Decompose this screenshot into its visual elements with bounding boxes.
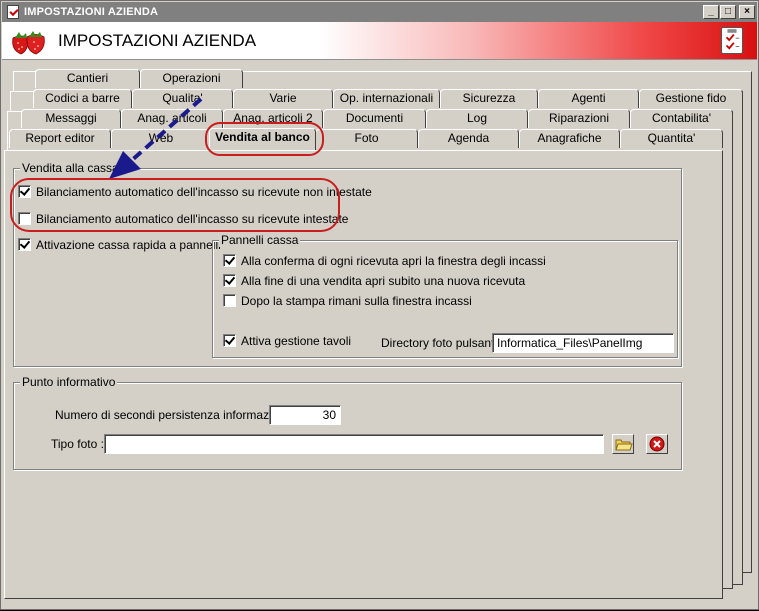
title-bar[interactable]: IMPOSTAZIONI AZIENDA _ □ × — [2, 2, 757, 22]
checkbox-box[interactable] — [223, 294, 236, 307]
tab-foto[interactable]: Foto — [315, 129, 418, 148]
checkbox-label: Bilanciamento automatico dell'incasso su… — [36, 185, 372, 199]
tab-varie[interactable]: Varie — [233, 89, 333, 108]
checkbox-label: Alla fine di una vendita apri subito una… — [241, 274, 526, 288]
minimize-button[interactable]: _ — [703, 5, 719, 19]
close-button[interactable]: × — [739, 5, 755, 19]
group-vendita-alla-cassa: Vendita alla cassa Bilanciamento automat… — [13, 161, 682, 367]
checkbox-box[interactable] — [18, 185, 31, 198]
checkbox-box[interactable] — [223, 274, 236, 287]
header-title: IMPOSTAZIONI AZIENDA — [58, 31, 257, 50]
group-punto-informativo: Punto informativo Numero di secondi pers… — [13, 375, 682, 470]
tab-codici-a-barre[interactable]: Codici a barre — [33, 89, 132, 108]
tab-anag-articoli[interactable]: Anag. articoli — [121, 109, 223, 128]
tab-cantieri[interactable]: Cantieri — [35, 69, 140, 88]
app-icon — [7, 5, 19, 19]
tab-anag-articoli-2[interactable]: Anag. articoli 2 — [223, 109, 323, 128]
tab-anagrafiche[interactable]: Anagrafiche — [519, 129, 620, 148]
tab-op-internazionali[interactable]: Op. internazionali — [333, 89, 440, 108]
checkbox-label: Attivazione cassa rapida a pannelli — [36, 238, 221, 252]
checkbox-label: Dopo la stampa rimani sulla finestra inc… — [241, 294, 472, 308]
tab-agenda[interactable]: Agenda — [418, 129, 519, 148]
clear-photo-button[interactable] — [646, 434, 668, 454]
tipo-foto-label: Tipo foto : — [51, 437, 104, 451]
tab-documenti[interactable]: Documenti — [323, 109, 426, 128]
group-legend: Punto informativo — [20, 375, 118, 389]
tab-quantita[interactable]: Quantita' — [620, 129, 723, 148]
directory-foto-label: Directory foto pulsanti : — [381, 336, 504, 350]
seconds-persistenza-label: Numero di secondi persistenza informazio… — [55, 408, 295, 422]
window-title: IMPOSTAZIONI AZIENDA — [24, 6, 159, 18]
checkbox-label: Bilanciamento automatico dell'incasso su… — [36, 212, 349, 226]
tab-page-vendita-al-banco: Vendita alla cassa Bilanciamento automat… — [4, 150, 723, 599]
tab-contabilita[interactable]: Contabilita' — [630, 109, 733, 128]
delete-icon — [649, 436, 665, 452]
checkbox-label: Attiva gestione tavoli — [241, 334, 352, 348]
settings-window: IMPOSTAZIONI AZIENDA _ □ × IMPOSTAZIONI … — [0, 0, 759, 610]
checkbox-box[interactable] — [18, 238, 31, 251]
group-legend: Pannelli cassa — [219, 233, 301, 247]
tab-log[interactable]: Log — [426, 109, 528, 128]
tab-web[interactable]: Web — [111, 129, 211, 148]
group-legend: Vendita alla cassa — [20, 161, 121, 175]
group-pannelli-cassa: Pannelli cassa Alla conferma di ogni ric… — [212, 233, 678, 358]
tab-operazioni[interactable]: Operazioni — [140, 69, 243, 88]
tab-report-editor[interactable]: Report editor — [9, 129, 111, 148]
tab-gestione-fido[interactable]: Gestione fido — [639, 89, 743, 108]
browse-folder-button[interactable] — [612, 434, 634, 454]
tab-riparazioni[interactable]: Riparazioni — [528, 109, 630, 128]
tab-sicurezza[interactable]: Sicurezza — [440, 89, 538, 108]
tab-vendita-al-banco[interactable]: Vendita al banco — [209, 128, 316, 150]
directory-foto-input[interactable]: Informatica_Files\PanelImg — [492, 333, 674, 353]
tab-qualita[interactable]: Qualita' — [132, 89, 233, 108]
tipo-foto-input[interactable] — [104, 434, 604, 454]
checkbox-box[interactable] — [223, 254, 236, 267]
maximize-button[interactable]: □ — [720, 5, 736, 19]
clipboard-check-icon — [721, 27, 743, 54]
strawberry-icon — [12, 31, 45, 55]
folder-icon — [615, 439, 633, 451]
seconds-persistenza-input[interactable]: 30 — [269, 405, 341, 425]
tab-messaggi[interactable]: Messaggi — [21, 109, 121, 128]
checkbox-label: Alla conferma di ogni ricevuta apri la f… — [241, 254, 546, 268]
checkbox-box[interactable] — [18, 212, 31, 225]
checkbox-box[interactable] — [223, 334, 236, 347]
header-banner: IMPOSTAZIONI AZIENDA — [2, 22, 757, 60]
tab-agenti[interactable]: Agenti — [538, 89, 639, 108]
